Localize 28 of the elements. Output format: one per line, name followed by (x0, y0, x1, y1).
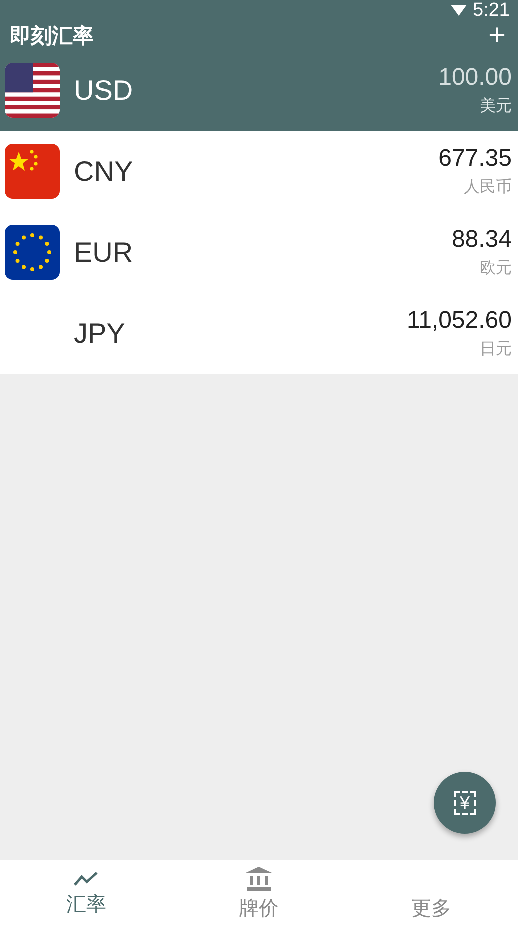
currency-row[interactable]: EUR 88.34 欧元 (0, 212, 518, 293)
currency-name: 欧元 (480, 259, 512, 279)
currency-name: 日元 (480, 340, 512, 360)
wifi-icon (451, 5, 468, 17)
flag-icon (5, 63, 60, 118)
amount: 100.00 (438, 64, 512, 92)
trend-chart-icon (74, 871, 98, 887)
flag-icon (5, 225, 60, 280)
nav-tab[interactable]: 更多 (345, 860, 518, 929)
scan-currency-button[interactable]: ¥ (434, 772, 496, 834)
status-time: 5:21 (473, 0, 510, 22)
amount: 11,052.60 (407, 307, 512, 335)
currency-code: CNY (74, 156, 134, 188)
nav-tab[interactable]: 汇率 (0, 860, 173, 929)
currency-code: EUR (74, 236, 134, 268)
amount: 88.34 (452, 226, 512, 254)
currency-name: 美元 (480, 96, 512, 117)
bank-icon (246, 867, 272, 891)
flag-icon (5, 144, 60, 199)
add-button[interactable]: + (488, 24, 506, 48)
currency-code: JPY (74, 318, 126, 350)
currency-code: USD (74, 74, 134, 106)
currency-name: 人民币 (464, 178, 512, 198)
currency-row[interactable]: CNY 677.35 人民币 (0, 131, 518, 212)
app-title: 即刻汇率 (10, 24, 94, 50)
amount: 677.35 (438, 145, 512, 173)
nav-tab[interactable]: 牌价 (172, 860, 346, 929)
currency-row[interactable]: JPY 11,052.60 日元 (0, 293, 518, 374)
